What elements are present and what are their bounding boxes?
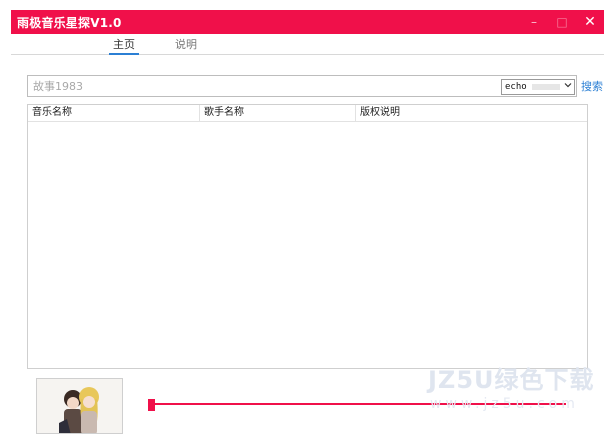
- search-button[interactable]: 搜索: [581, 78, 603, 94]
- title-bar[interactable]: 雨极音乐星探V1.0 – □ ✕: [11, 10, 604, 34]
- search-row: echo 搜索: [27, 75, 603, 99]
- column-header-artist[interactable]: 歌手名称: [200, 105, 356, 121]
- column-header-copyright[interactable]: 版权说明: [356, 105, 587, 121]
- album-art: [36, 378, 123, 434]
- close-button[interactable]: ✕: [576, 10, 604, 34]
- source-select[interactable]: echo: [501, 79, 575, 95]
- search-input[interactable]: [27, 75, 577, 97]
- result-table[interactable]: 音乐名称 歌手名称 版权说明: [27, 104, 588, 369]
- tab-bar: 主页 说明: [11, 34, 604, 55]
- progress-track[interactable]: [148, 403, 566, 405]
- window-controls: – □ ✕: [520, 10, 604, 34]
- app-title: 雨极音乐星探V1.0: [17, 15, 122, 30]
- tab-help[interactable]: 说明: [175, 36, 197, 52]
- chevron-down-icon[interactable]: [564, 81, 572, 92]
- tab-home[interactable]: 主页: [109, 36, 139, 55]
- column-header-song[interactable]: 音乐名称: [28, 105, 200, 121]
- app-window: 雨极音乐星探V1.0 – □ ✕ 主页 说明 echo 搜索 音乐名称 歌手名称…: [0, 0, 614, 434]
- source-select-field: [532, 84, 560, 90]
- progress-slider[interactable]: [148, 397, 568, 411]
- progress-handle[interactable]: [148, 399, 155, 411]
- svg-text:JZ5U绿色下载: JZ5U绿色下载: [426, 366, 595, 394]
- table-header: 音乐名称 歌手名称 版权说明: [28, 105, 587, 122]
- minimize-button[interactable]: –: [520, 10, 548, 34]
- anime-characters-icon: [37, 379, 122, 433]
- maximize-button[interactable]: □: [548, 10, 576, 34]
